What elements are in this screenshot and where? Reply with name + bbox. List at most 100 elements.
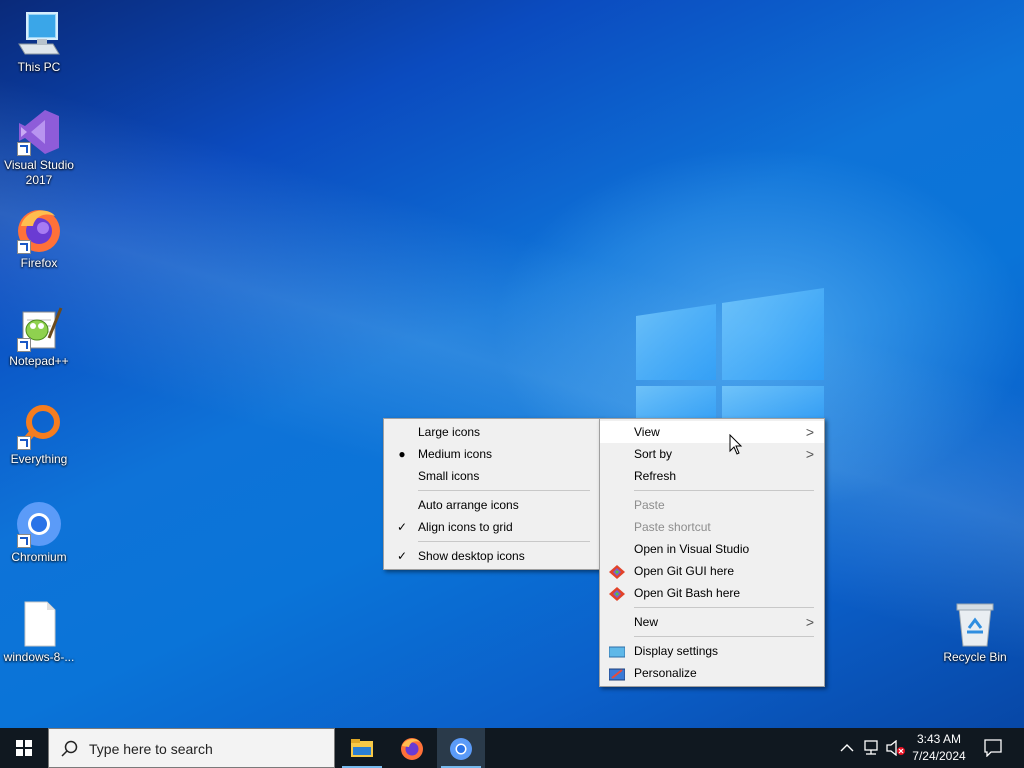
menu-item-label: Open in Visual Studio <box>634 542 750 556</box>
chevron-up-icon <box>840 744 854 752</box>
desktop-icon-everything[interactable]: Everything <box>1 402 77 467</box>
taskbar-search-box[interactable]: Type here to search <box>48 728 335 768</box>
start-button[interactable] <box>0 728 48 768</box>
menu-item-label: New <box>634 615 659 629</box>
desktop-icon-label: Visual Studio 2017 <box>4 158 74 187</box>
menu-item-label: Large icons <box>418 425 481 439</box>
menu-item-label: Personalize <box>634 666 697 680</box>
menu-item-medium-icons[interactable]: ● Medium icons <box>384 443 600 465</box>
visual-studio-icon <box>15 108 63 156</box>
desktop-icon-label: Notepad++ <box>9 354 69 368</box>
menu-item-label: Align icons to grid <box>418 520 513 534</box>
desktop-icon-visual-studio[interactable]: Visual Studio 2017 <box>1 108 77 188</box>
file-explorer-icon <box>351 739 373 757</box>
display-settings-icon <box>608 644 626 658</box>
desktop-icon-label: Firefox <box>20 256 58 270</box>
chevron-right-icon: > <box>805 446 814 462</box>
notification-icon <box>984 739 1002 757</box>
taskbar-chromium[interactable] <box>437 728 485 768</box>
menu-item-small-icons[interactable]: Small icons <box>384 465 600 487</box>
show-hidden-icons-button[interactable] <box>838 728 856 768</box>
chromium-icon <box>15 500 63 548</box>
menu-item-view[interactable]: View > <box>600 421 824 443</box>
desktop-icon-chromium[interactable]: Chromium <box>1 500 77 565</box>
menu-item-label: Display settings <box>634 644 719 658</box>
desktop-icon-label: windows-8-... <box>3 650 75 664</box>
shortcut-arrow-icon <box>17 436 31 450</box>
chevron-right-icon: > <box>805 424 814 440</box>
menu-separator <box>418 490 590 491</box>
radio-bullet-icon: ● <box>398 447 406 461</box>
personalize-icon <box>608 666 626 681</box>
taskbar: Type here to search 3:43 AM 7/24/2024 <box>0 728 1024 768</box>
menu-item-label: Auto arrange icons <box>418 498 519 512</box>
menu-item-paste-shortcut: Paste shortcut <box>600 516 824 538</box>
taskbar-file-explorer[interactable] <box>338 728 386 768</box>
menu-item-open-in-visual-studio[interactable]: Open in Visual Studio <box>600 538 824 560</box>
firefox-icon <box>401 738 423 760</box>
chevron-right-icon: > <box>805 614 814 630</box>
search-placeholder: Type here to search <box>89 741 213 757</box>
menu-item-label: Open Git GUI here <box>634 564 735 578</box>
menu-item-label: View <box>634 425 660 439</box>
menu-separator <box>634 490 814 491</box>
menu-separator <box>634 607 814 608</box>
network-icon <box>864 740 878 755</box>
menu-item-label: Paste <box>634 498 665 512</box>
shortcut-arrow-icon <box>17 240 31 254</box>
menu-item-label: Medium icons <box>418 447 493 461</box>
blank-file-icon <box>15 600 63 648</box>
desktop-icon-firefox[interactable]: Firefox <box>1 206 77 271</box>
taskbar-clock[interactable]: 3:43 AM 7/24/2024 <box>904 731 974 765</box>
desktop-icon-label: Recycle Bin <box>943 650 1007 664</box>
shortcut-arrow-icon <box>17 142 31 156</box>
menu-item-personalize[interactable]: Personalize <box>600 662 824 684</box>
menu-item-auto-arrange-icons[interactable]: Auto arrange icons <box>384 494 600 516</box>
menu-item-label: Refresh <box>634 469 677 483</box>
windows-logo-wallpaper <box>636 288 826 428</box>
desktop[interactable]: This PC Visual Studio 2017 Firefox Notep… <box>0 0 1024 728</box>
action-center-button[interactable] <box>978 728 1010 768</box>
checkmark-icon: ✓ <box>396 549 408 563</box>
menu-item-open-git-bash[interactable]: Open Git Bash here <box>600 582 824 604</box>
menu-separator <box>634 636 814 637</box>
everything-search-icon <box>15 402 63 450</box>
menu-item-label: Sort by <box>634 447 673 461</box>
computer-icon <box>15 10 63 58</box>
notepad-plus-plus-icon <box>15 304 63 352</box>
desktop-icon-recycle-bin[interactable]: Recycle Bin <box>937 600 1013 665</box>
desktop-icon-notepad-plus-plus[interactable]: Notepad++ <box>1 304 77 369</box>
desktop-icon-label: Everything <box>10 452 68 466</box>
menu-item-label: Small icons <box>418 469 480 483</box>
clock-date: 7/24/2024 <box>912 749 966 763</box>
light-beam <box>0 40 1024 669</box>
menu-item-open-git-gui[interactable]: Open Git GUI here <box>600 560 824 582</box>
menu-item-show-desktop-icons[interactable]: ✓ Show desktop icons <box>384 545 600 567</box>
desktop-icon-this-pc[interactable]: This PC <box>1 10 77 75</box>
desktop-icon-label: Chromium <box>11 550 67 564</box>
git-bash-icon <box>609 586 625 601</box>
menu-item-large-icons[interactable]: Large icons <box>384 421 600 443</box>
desktop-icon-windows-8-file[interactable]: windows-8-... <box>1 600 77 665</box>
clock-time: 3:43 AM <box>916 732 962 746</box>
desktop-icon-label: This PC <box>17 60 61 74</box>
firefox-icon <box>15 206 63 254</box>
menu-separator <box>418 541 590 542</box>
menu-item-label: Open Git Bash here <box>634 586 741 600</box>
menu-item-display-settings[interactable]: Display settings <box>600 640 824 662</box>
desktop-context-menu: View > Sort by > Refresh Paste Paste sho… <box>599 418 825 687</box>
shortcut-arrow-icon <box>17 534 31 548</box>
menu-item-align-icons-to-grid[interactable]: ✓ Align icons to grid <box>384 516 600 538</box>
shortcut-arrow-icon <box>17 338 31 352</box>
git-gui-icon <box>609 564 625 579</box>
network-tray-button[interactable] <box>860 728 882 768</box>
taskbar-firefox[interactable] <box>388 728 436 768</box>
volume-tray-button[interactable] <box>884 728 906 768</box>
windows-start-icon <box>16 740 32 756</box>
volume-muted-icon <box>886 740 905 756</box>
menu-item-sort-by[interactable]: Sort by > <box>600 443 824 465</box>
menu-item-refresh[interactable]: Refresh <box>600 465 824 487</box>
view-submenu: Large icons ● Medium icons Small icons A… <box>383 418 601 570</box>
search-icon <box>61 740 78 757</box>
menu-item-new[interactable]: New > <box>600 611 824 633</box>
